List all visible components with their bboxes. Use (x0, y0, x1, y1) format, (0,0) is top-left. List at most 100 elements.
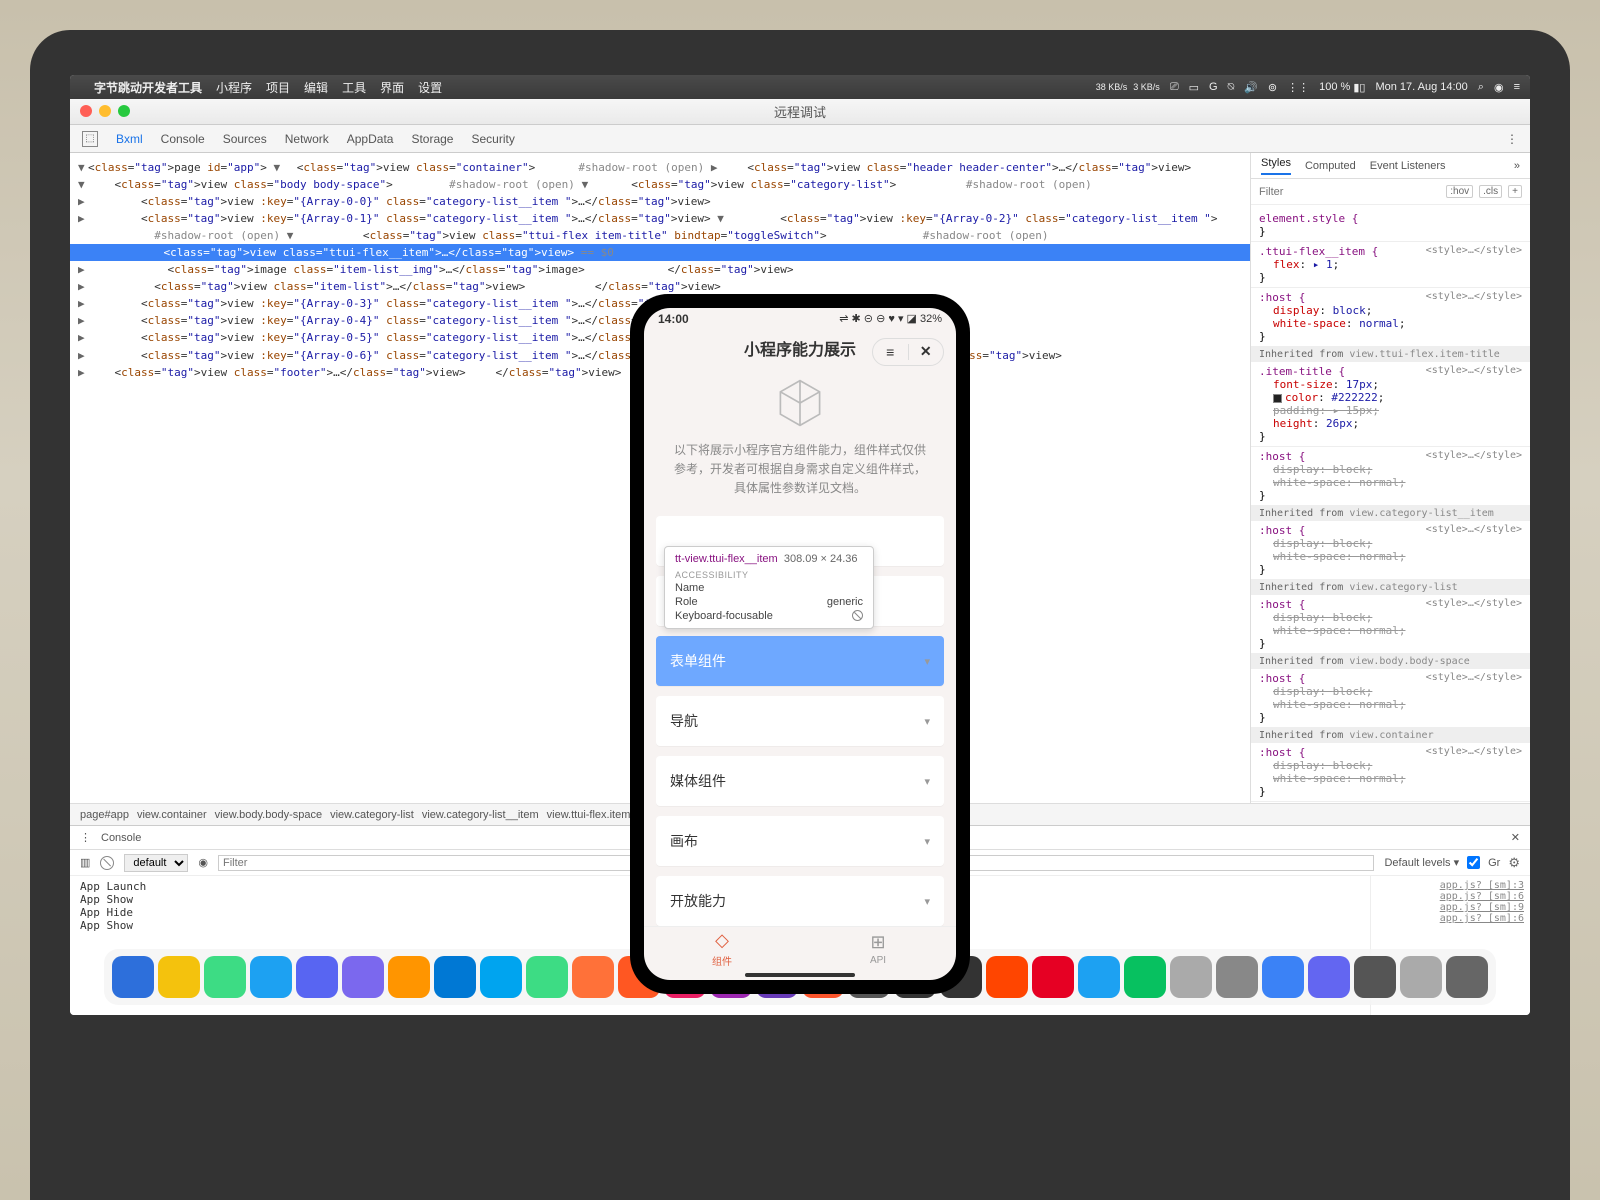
settings-icon[interactable]: ⚙ (1508, 855, 1520, 871)
dom-node-line[interactable]: ▶ <class="tag">view :key="{Array-0-6}" c… (78, 349, 711, 362)
console-source-link[interactable]: app.js? [sm]:6 (1377, 913, 1524, 924)
menu-item[interactable]: 界面 (380, 79, 404, 96)
dock-app-icon[interactable] (158, 956, 200, 998)
tab-api[interactable]: ⊞ API (800, 927, 956, 970)
breadcrumb-item[interactable]: view.category-list__item (422, 809, 539, 821)
menu-tray-icon[interactable]: G (1209, 81, 1218, 93)
list-item[interactable]: 导航 ▾ (656, 696, 944, 746)
clear-console-icon[interactable] (100, 856, 114, 870)
dock-app-icon[interactable] (1262, 956, 1304, 998)
tab-console[interactable]: Console (161, 132, 205, 146)
sidebar-toggle-icon[interactable]: ▥ (80, 856, 90, 869)
style-rule[interactable]: :host {<style>…</style>display: block;wh… (1251, 288, 1530, 347)
dom-node-line[interactable]: #shadow-root (open) (903, 178, 1092, 191)
style-rules[interactable]: element.style {}.ttui-flex__item {<style… (1251, 205, 1530, 803)
dom-node-line[interactable]: </class="tag">view> (472, 366, 621, 379)
maximize-button[interactable] (118, 105, 130, 117)
dom-node-line[interactable]: #shadow-root (open) (78, 229, 280, 242)
gesture-bar[interactable] (644, 970, 956, 980)
style-rule[interactable]: :host {<style>…</style>display: block;wh… (1251, 595, 1530, 654)
styles-tab-events[interactable]: Event Listeners (1370, 160, 1446, 172)
tab-components[interactable]: ◇ 组件 (644, 927, 800, 970)
tab-network[interactable]: Network (285, 132, 329, 146)
dock-app-icon[interactable] (342, 956, 384, 998)
dom-node-line[interactable]: ▼ <class="tag">view class="ttui-flex ite… (287, 229, 827, 242)
close-drawer-icon[interactable]: ✕ (1511, 831, 1520, 844)
list-item[interactable]: 开放能力 ▾ (656, 876, 944, 926)
dom-node-line[interactable]: ▼<class="tag">page id="app"> (78, 161, 267, 174)
breadcrumb-item[interactable]: page#app (80, 809, 129, 821)
styles-tab-computed[interactable]: Computed (1305, 160, 1356, 172)
clock[interactable]: Mon 17. Aug 14:00 (1375, 81, 1467, 93)
capsule-button[interactable]: ≡ ✕ (872, 338, 944, 366)
cls-chip[interactable]: .cls (1479, 185, 1502, 198)
dom-node-line[interactable]: ▶ <class="tag">view class="footer">…</cl… (78, 366, 466, 379)
volume-icon[interactable]: 🔊 (1244, 81, 1258, 94)
dock-app-icon[interactable] (434, 956, 476, 998)
close-button[interactable] (80, 105, 92, 117)
menu-icon[interactable]: ≡ (1514, 81, 1520, 93)
menu-app-name[interactable]: 字节跳动开发者工具 (94, 79, 202, 96)
list-item[interactable]: 媒体组件 ▾ (656, 756, 944, 806)
dom-node-line[interactable]: #shadow-root (open) (542, 161, 704, 174)
list-item-highlighted[interactable]: 表单组件 ▾ (656, 636, 944, 686)
styles-tab-styles[interactable]: Styles (1261, 157, 1291, 175)
menu-item[interactable]: 项目 (266, 79, 290, 96)
dom-node-line[interactable]: ▶ <class="tag">image class="item-list__i… (78, 263, 585, 276)
dom-node-line[interactable]: ▼ <class="tag">view :key="{Array-0-2}" c… (717, 212, 1217, 225)
menu-tray-icon[interactable]: ⋮⋮ (1287, 81, 1309, 94)
dock-app-icon[interactable] (250, 956, 292, 998)
dock-app-icon[interactable] (112, 956, 154, 998)
list-item[interactable]: 画布 ▾ (656, 816, 944, 866)
battery-status[interactable]: 100 % ▮▯ (1319, 81, 1365, 94)
dom-node-line[interactable]: ▶ <class="tag">view :key="{Array-0-5}" c… (78, 331, 711, 344)
dock-app-icon[interactable] (1170, 956, 1212, 998)
dom-node-line[interactable]: ▶ <class="tag">view :key="{Array-0-0}" c… (78, 195, 711, 208)
dock-app-icon[interactable] (1308, 956, 1350, 998)
dock-app-icon[interactable] (296, 956, 338, 998)
dock-app-icon[interactable] (1400, 956, 1442, 998)
group-checkbox[interactable] (1467, 856, 1480, 869)
dock-app-icon[interactable] (480, 956, 522, 998)
tab-bxml[interactable]: Bxml (116, 132, 143, 146)
levels-dropdown[interactable]: Default levels ▾ (1384, 856, 1459, 869)
dock-app-icon[interactable] (204, 956, 246, 998)
dom-node-line[interactable]: <class="tag">view class="ttui-flex__item… (70, 244, 1250, 261)
tab-appdata[interactable]: AppData (347, 132, 394, 146)
menu-item[interactable]: 小程序 (216, 79, 252, 96)
dock-app-icon[interactable] (526, 956, 568, 998)
console-source-link[interactable]: app.js? [sm]:6 (1377, 891, 1524, 902)
styles-filter-input[interactable] (1259, 186, 1446, 198)
dom-node-line[interactable]: ▶ <class="tag">view :key="{Array-0-1}" c… (78, 212, 711, 225)
minimize-button[interactable] (99, 105, 111, 117)
menu-tray-icon[interactable]: ⎚ (1170, 81, 1179, 94)
style-rule[interactable]: .item-title {<style>…</style>font-size: … (1251, 362, 1530, 447)
dock-app-icon[interactable] (572, 956, 614, 998)
dock-app-icon[interactable] (1124, 956, 1166, 998)
dock-app-icon[interactable] (986, 956, 1028, 998)
traffic-lights[interactable] (80, 105, 130, 117)
console-source-link[interactable]: app.js? [sm]:3 (1377, 880, 1524, 891)
style-rule[interactable]: :host {<style>…</style>display: block;wh… (1251, 447, 1530, 506)
element-picker-icon[interactable]: ⬚ (82, 131, 98, 147)
add-rule-chip[interactable]: + (1508, 185, 1522, 198)
context-select[interactable]: default (124, 854, 188, 872)
dock-app-icon[interactable] (1078, 956, 1120, 998)
style-rule[interactable]: element.style {} (1251, 209, 1530, 242)
dock-app-icon[interactable] (388, 956, 430, 998)
console-source-link[interactable]: app.js? [sm]:9 (1377, 902, 1524, 913)
dom-node-line[interactable]: #shadow-root (open) (833, 229, 1048, 242)
capsule-menu-icon[interactable]: ≡ (873, 344, 908, 360)
breadcrumb-item[interactable]: view.category-list (330, 809, 414, 821)
style-rule[interactable]: :host {<style>…</style>display: block;wh… (1251, 743, 1530, 802)
dock-app-icon[interactable] (1216, 956, 1258, 998)
menu-item[interactable]: 工具 (342, 79, 366, 96)
menu-tray-icon[interactable]: ▭ (1189, 81, 1199, 94)
dom-node-line[interactable]: </class="tag">view> (532, 280, 721, 293)
breadcrumb-item[interactable]: view.container (137, 809, 207, 821)
breadcrumb-item[interactable]: view.body.body-space (215, 809, 322, 821)
style-rule[interactable]: :host {<style>…</style>display: block;wh… (1251, 521, 1530, 580)
dom-node-line[interactable]: ▼ <class="tag">view class="body body-spa… (78, 178, 393, 191)
eye-icon[interactable]: ◉ (198, 856, 208, 869)
more-icon[interactable]: ⋮ (1506, 132, 1518, 146)
